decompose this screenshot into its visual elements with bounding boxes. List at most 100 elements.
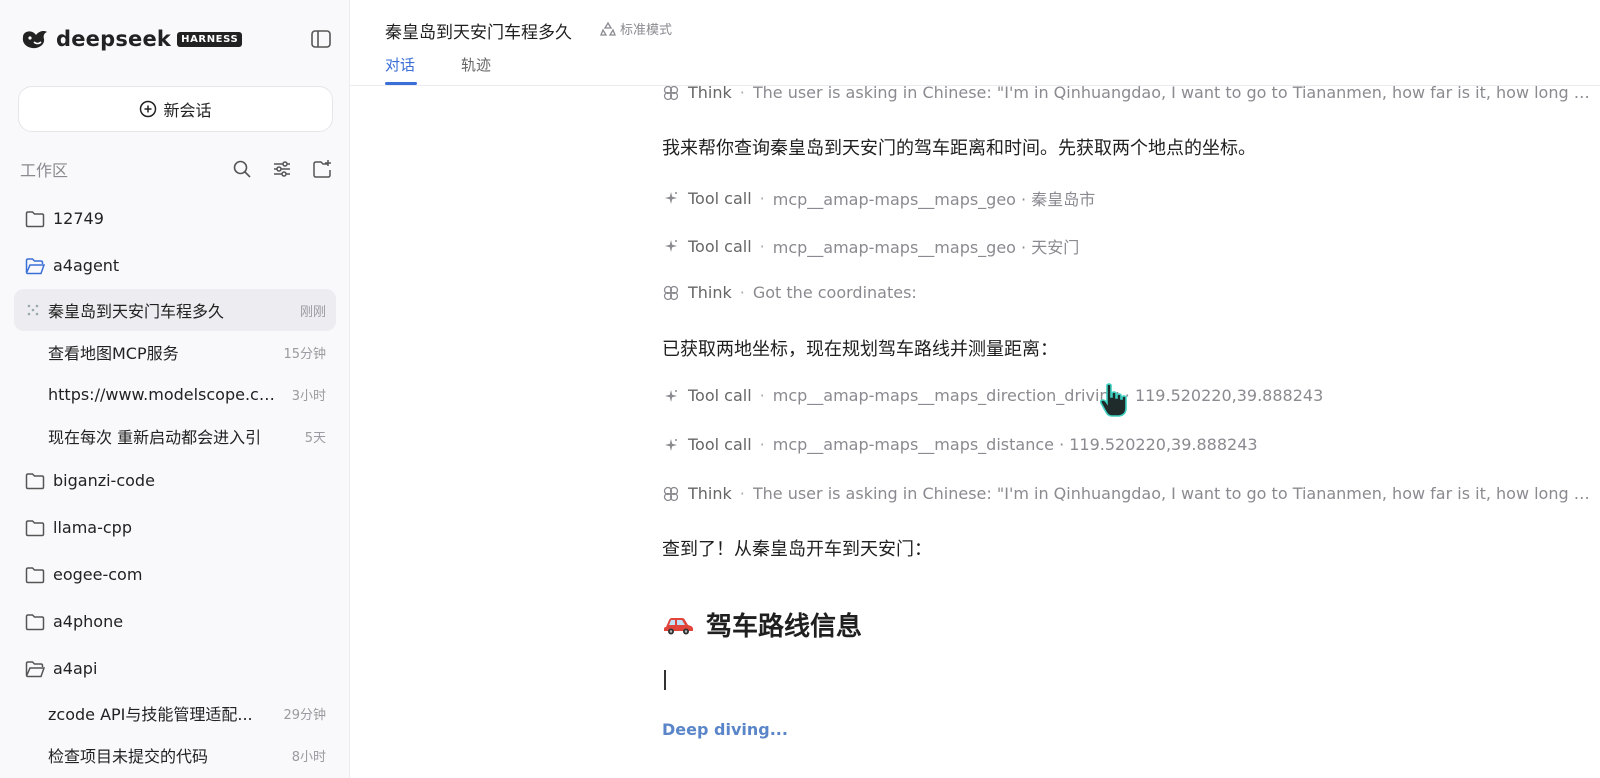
conversation-header: 秦皇岛到天安门车程多久 标准模式 对话 轨迹 — [350, 0, 1600, 86]
separator-dot: · — [759, 236, 765, 256]
separator-dot: · — [739, 283, 745, 302]
folder-name: a4agent — [53, 256, 120, 275]
step-kind: Tool call — [688, 236, 752, 256]
tool-call-step[interactable]: Tool call · mcp__amap-maps__maps_geo · 秦皇… — [662, 186, 1598, 210]
workspace-tree: 12749 a4agent 秦皇岛到天安门车程多久 刚刚 查看地图MCP服务 1… — [14, 195, 336, 776]
loading-dots-icon — [27, 304, 39, 316]
main-panel: 秦皇岛到天安门车程多久 标准模式 对话 轨迹 Think · The user i… — [350, 0, 1600, 778]
separator-dot: · — [759, 386, 765, 405]
think-icon — [663, 486, 679, 501]
chat-time: 15分钟 — [283, 346, 326, 362]
chat-time: 5天 — [304, 430, 326, 446]
separator-dot: · — [759, 435, 765, 454]
step-detail: mcp__amap-maps__maps_geo · 秦皇岛市 — [772, 190, 1096, 209]
step-kind: Tool call — [688, 188, 752, 208]
assistant-text: 我来帮你查询秦皇岛到天安门的驾车距离和时间。先获取两个地点的坐标。 — [662, 138, 1256, 159]
separator-dot: · — [759, 188, 765, 208]
chat-item[interactable]: 检查项目未提交的代码 8小时 — [14, 734, 336, 776]
chat-time: 刚刚 — [299, 304, 326, 320]
tool-call-step[interactable]: Tool call · mcp__amap-maps__maps_directio… — [662, 386, 1598, 405]
plus-circle-icon — [140, 100, 157, 118]
think-step[interactable]: Think · The user is asking in Chinese: "I… — [662, 86, 1598, 102]
step-detail: mcp__amap-maps__maps_distance · 119.5202… — [772, 435, 1258, 454]
sparkle-icon — [665, 389, 677, 402]
think-icon — [663, 285, 679, 300]
think-step[interactable]: Think · Got the coordinates: — [662, 283, 1598, 302]
chat-title: https://www.modelscope.cn... — [48, 384, 284, 404]
step-detail: mcp__amap-maps__maps_geo · 天安门 — [772, 238, 1080, 257]
folder-open-icon — [25, 257, 45, 274]
folder-item[interactable]: biganzi-code — [14, 457, 336, 504]
active-tab-indicator — [385, 82, 417, 85]
step-detail: The user is asking in Chinese: "I'm in Q… — [752, 86, 1598, 102]
status-text: Deep diving... — [662, 720, 788, 739]
chat-title: 检查项目未提交的代码 — [48, 747, 209, 766]
step-detail: The user is asking in Chinese: "I'm in Q… — [752, 484, 1598, 503]
think-step[interactable]: Think · The user is asking in Chinese: "I… — [662, 484, 1598, 503]
text-caret — [664, 670, 666, 690]
message-stream: Think · The user is asking in Chinese: "I… — [662, 86, 1598, 778]
folder-icon — [25, 566, 45, 583]
folder-item[interactable]: eogee-com — [14, 551, 336, 598]
brand-name: deepseek — [56, 27, 172, 51]
folder-name: llama-cpp — [53, 518, 132, 537]
chat-title: 查看地图MCP服务 — [48, 344, 179, 363]
chat-item[interactable]: zcode API与技能管理适配... 29分钟 — [14, 692, 336, 734]
app-window: deepseek HARNESS 新会话 工作区 12749 a4agent 秦… — [0, 0, 1600, 778]
step-kind: Think — [688, 484, 732, 503]
folder-item[interactable]: a4phone — [14, 598, 336, 645]
folder-icon — [25, 519, 45, 536]
sidebar-toggle-icon[interactable] — [310, 28, 332, 50]
mode-indicator[interactable]: 标准模式 — [600, 19, 672, 38]
step-kind: Tool call — [688, 435, 752, 454]
folder-item[interactable]: 12749 — [14, 195, 336, 242]
chat-time: 3小时 — [291, 388, 326, 404]
chat-item[interactable]: https://www.modelscope.cn... 3小时 — [14, 373, 336, 415]
workspace-header: 工作区 — [20, 156, 332, 182]
step-detail: Got the coordinates: — [752, 283, 917, 302]
sparkle-icon — [665, 240, 677, 252]
search-icon[interactable] — [232, 159, 252, 179]
section-heading-text: 驾车路线信息 — [706, 612, 863, 642]
folder-name: a4api — [53, 659, 98, 678]
folder-item[interactable]: llama-cpp — [14, 504, 336, 551]
new-folder-icon[interactable] — [312, 159, 332, 179]
folder-name: eogee-com — [53, 565, 143, 584]
folder-item[interactable]: a4api — [14, 645, 336, 692]
new-chat-button[interactable]: 新会话 — [18, 86, 333, 132]
assistant-text: 查到了！从秦皇岛开车到天安门： — [662, 539, 932, 560]
filter-sliders-icon[interactable] — [272, 159, 292, 179]
folder-item[interactable]: a4agent — [14, 242, 336, 289]
sidebar: deepseek HARNESS 新会话 工作区 12749 a4agent 秦… — [0, 0, 350, 778]
tab-chat[interactable]: 对话 — [385, 54, 415, 75]
sparkle-icon — [665, 192, 677, 204]
chat-title: 秦皇岛到天安门车程多久 — [48, 302, 225, 321]
folder-icon — [25, 472, 45, 489]
tab-trace[interactable]: 轨迹 — [461, 54, 491, 75]
recycle-icon — [600, 21, 616, 36]
folder-icon — [25, 210, 45, 227]
folder-open-icon — [25, 660, 45, 677]
sparkle-icon — [665, 438, 677, 451]
think-icon — [663, 86, 679, 100]
chat-time: 8小时 — [291, 749, 326, 765]
step-detail: mcp__amap-maps__maps_direction_driving ·… — [772, 386, 1324, 405]
workspace-label: 工作区 — [20, 161, 69, 180]
chat-item-active[interactable]: 秦皇岛到天安门车程多久 刚刚 — [14, 289, 336, 331]
hand-pointer-icon — [1099, 383, 1127, 417]
chat-item[interactable]: 查看地图MCP服务 15分钟 — [14, 331, 336, 373]
car-icon — [664, 617, 693, 634]
brand-row: deepseek HARNESS — [20, 24, 332, 54]
step-kind: Think — [688, 283, 732, 302]
folder-name: 12749 — [53, 209, 104, 228]
section-heading: 驾车路线信息 — [662, 606, 862, 643]
folder-name: a4phone — [53, 612, 124, 631]
assistant-text: 已获取两地坐标，现在规划驾车路线并测量距离： — [662, 339, 1058, 360]
tool-call-step[interactable]: Tool call · mcp__amap-maps__maps_distance… — [662, 435, 1598, 454]
conversation-title: 秦皇岛到天安门车程多久 — [385, 23, 572, 43]
chat-item[interactable]: 现在每次 重新启动都会进入引 5天 — [14, 415, 336, 457]
tool-call-step[interactable]: Tool call · mcp__amap-maps__maps_geo · 天安… — [662, 234, 1598, 258]
folder-name: biganzi-code — [53, 471, 155, 490]
chat-title: zcode API与技能管理适配... — [48, 705, 253, 724]
step-kind: Tool call — [688, 386, 752, 405]
